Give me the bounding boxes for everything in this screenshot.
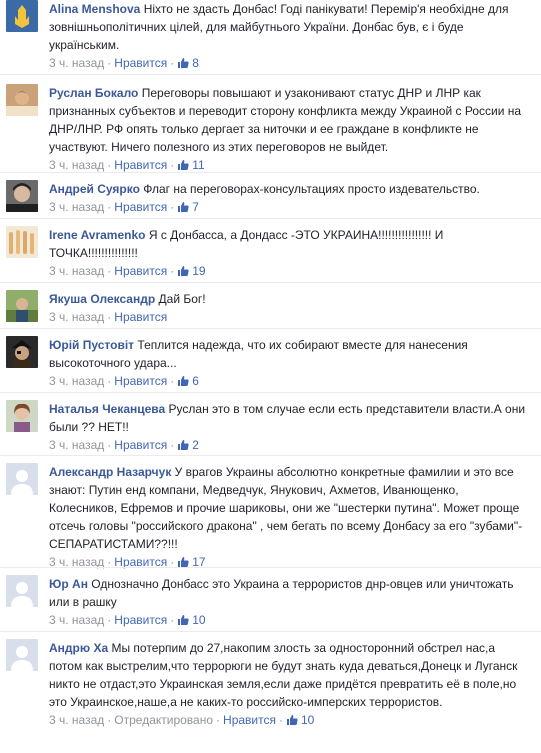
comment-meta: 3 ч. назад · Нравится · 8: [49, 56, 199, 70]
comment-time[interactable]: 3 ч. назад: [49, 374, 104, 388]
comment-time[interactable]: 3 ч. назад: [49, 613, 104, 627]
divider: [0, 282, 541, 283]
comment-meta: 3 ч. назад · Отредактировано · Нравится · 10: [49, 713, 315, 727]
comment-text: Мы потерпим до 27,накопим злость за одно…: [49, 641, 518, 709]
divider: [0, 328, 541, 329]
comment-meta: 3 ч. назад · Нравится · 7: [49, 200, 199, 214]
comment-time[interactable]: 3 ч. назад: [49, 264, 104, 278]
thumbs-up-icon: [178, 266, 189, 276]
avatar[interactable]: [6, 180, 38, 212]
comment-author[interactable]: Alina Menshova: [49, 2, 140, 16]
comment-time[interactable]: 3 ч. назад: [49, 158, 104, 172]
avatar[interactable]: [6, 226, 38, 258]
like-button[interactable]: Нравится: [114, 613, 167, 627]
thumbs-up-icon: [178, 440, 189, 450]
thumbs-up-icon: [178, 376, 189, 386]
comment-meta: 3 ч. назад · Нравится · 10: [49, 613, 206, 627]
like-count[interactable]: 10: [177, 613, 206, 627]
avatar[interactable]: [6, 639, 38, 671]
comment-author[interactable]: Юр Ан: [49, 577, 88, 591]
thumbs-up-icon: [178, 160, 189, 170]
like-count[interactable]: 10: [286, 713, 314, 727]
comment-text: Флаг на переговорах-консультациях просто…: [143, 182, 480, 196]
comment-time[interactable]: 3 ч. назад: [49, 310, 104, 324]
like-count[interactable]: 11: [177, 158, 205, 172]
divider: [0, 74, 541, 75]
like-button[interactable]: Нравится: [114, 310, 167, 324]
like-count[interactable]: 19: [177, 264, 206, 278]
comment-meta: 3 ч. назад · Нравится · 2: [49, 438, 199, 452]
comment-time[interactable]: 3 ч. назад: [49, 438, 104, 452]
thumbs-up-icon: [286, 715, 298, 725]
comment-meta: 3 ч. назад · Нравится · 6: [49, 374, 199, 388]
avatar[interactable]: [6, 290, 38, 322]
divider: [0, 567, 541, 568]
comment-time[interactable]: 3 ч. назад: [49, 713, 104, 727]
like-button[interactable]: Нравится: [114, 264, 167, 278]
divider: [0, 392, 541, 393]
comment-meta: 3 ч. назад · Нравится: [49, 310, 168, 324]
comment-author[interactable]: Руслан Бокало: [49, 86, 138, 100]
avatar[interactable]: [6, 400, 38, 432]
like-button[interactable]: Нравится: [114, 158, 167, 172]
comment-author[interactable]: Irene Avramenko: [49, 228, 146, 242]
like-button[interactable]: Нравится: [114, 56, 167, 70]
comment-author[interactable]: Александр Назарчук: [49, 465, 171, 479]
like-button[interactable]: Нравится: [114, 438, 167, 452]
avatar[interactable]: [6, 84, 38, 116]
comment-text: Дай Бог!: [158, 292, 206, 306]
like-count[interactable]: 6: [177, 374, 199, 388]
divider: [0, 172, 541, 173]
like-button[interactable]: Нравится: [114, 200, 167, 214]
avatar[interactable]: [6, 575, 38, 607]
comment-author[interactable]: Якуша Олександр: [49, 292, 155, 306]
divider: [0, 455, 541, 456]
thumbs-up-icon: [178, 615, 189, 625]
comment-author[interactable]: Андрю Ха: [49, 641, 108, 655]
like-count[interactable]: 7: [177, 200, 199, 214]
comment-text: Однозначно Донбасс это Украина а террори…: [49, 577, 514, 609]
avatar[interactable]: [6, 336, 38, 368]
comment-meta: 3 ч. назад · Нравится · 19: [49, 264, 206, 278]
comment-author[interactable]: Андрей Суярко: [49, 182, 140, 196]
avatar[interactable]: [6, 0, 38, 32]
like-button[interactable]: Нравится: [223, 713, 276, 727]
comment-author[interactable]: Наталья Чеканцева: [49, 402, 165, 416]
like-count[interactable]: 8: [177, 56, 199, 70]
comment-time[interactable]: 3 ч. назад: [49, 200, 104, 214]
comment-author[interactable]: Юрій Пустовіт: [49, 338, 134, 352]
divider: [0, 218, 541, 219]
comment-meta: 3 ч. назад · Нравится · 17: [49, 555, 206, 569]
like-count[interactable]: 2: [177, 438, 199, 452]
edited-label[interactable]: Отредактировано: [114, 713, 213, 727]
like-button[interactable]: Нравится: [114, 374, 167, 388]
thumbs-up-icon: [178, 202, 189, 212]
thumbs-up-icon: [178, 58, 189, 68]
comment-time[interactable]: 3 ч. назад: [49, 56, 104, 70]
divider: [0, 631, 541, 632]
avatar[interactable]: [6, 463, 38, 495]
